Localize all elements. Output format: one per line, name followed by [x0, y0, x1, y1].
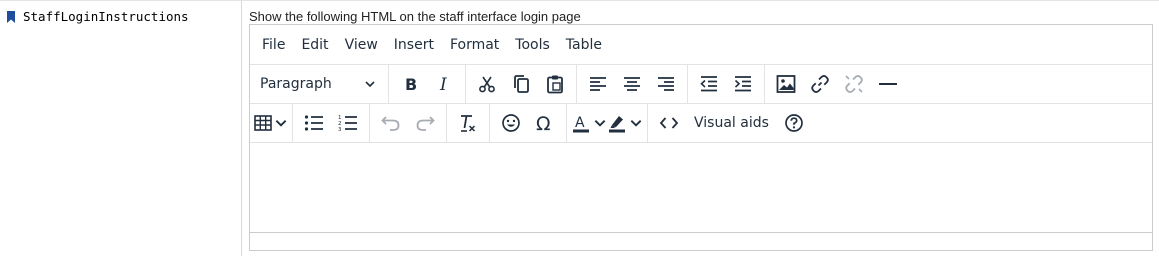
chevron-down-icon — [275, 120, 287, 127]
source-code-button[interactable] — [652, 107, 686, 139]
svg-text:Ω: Ω — [536, 113, 551, 133]
menu-format[interactable]: Format — [442, 37, 507, 53]
view-group: Visual aids — [648, 104, 815, 142]
editor-content-area[interactable] — [250, 143, 1152, 233]
align-center-icon — [624, 77, 640, 91]
highlighter-icon — [609, 116, 625, 133]
image-icon — [776, 75, 796, 93]
preference-description: Show the following HTML on the staff int… — [249, 9, 581, 24]
chevron-down-icon — [630, 120, 642, 127]
text-color-icon: A — [573, 115, 589, 133]
svg-text:3: 3 — [338, 127, 342, 132]
bullet-list-icon — [304, 115, 323, 131]
horizontal-line-icon — [879, 83, 897, 85]
table-icon — [254, 115, 272, 131]
table-menu-button[interactable] — [254, 107, 288, 139]
block-format-group: Paragraph — [250, 65, 389, 103]
indent-icon — [734, 76, 751, 92]
chevron-down-icon — [365, 81, 375, 88]
bookmark-icon — [7, 10, 15, 23]
clear-format-group — [447, 104, 490, 142]
preference-name-text: StaffLoginInstructions — [23, 9, 189, 24]
smiley-icon — [502, 114, 520, 132]
italic-button[interactable]: I — [427, 68, 461, 100]
numbered-list-icon: 1 2 3 — [338, 115, 357, 132]
align-left-button[interactable] — [581, 68, 615, 100]
preference-value-cell: Show the following HTML on the staff int… — [242, 0, 1159, 256]
list-group: 1 2 3 — [293, 104, 370, 142]
undo-icon — [381, 116, 400, 131]
text-color-button[interactable]: A — [571, 107, 607, 139]
editor-statusbar — [250, 233, 1152, 250]
special-character-button[interactable]: Ω — [528, 107, 562, 139]
align-right-icon — [658, 77, 674, 91]
align-left-icon — [590, 77, 606, 91]
alignment-group — [577, 65, 688, 103]
text-style-group: B I — [389, 65, 466, 103]
help-icon — [785, 114, 803, 132]
unlink-icon — [845, 75, 863, 93]
clipboard-group — [466, 65, 577, 103]
help-button[interactable] — [777, 107, 811, 139]
numbered-list-button[interactable]: 1 2 3 — [331, 107, 365, 139]
table-group — [250, 104, 293, 142]
block-format-value: Paragraph — [260, 76, 332, 92]
insert-group — [765, 65, 909, 103]
bold-button[interactable]: B — [393, 68, 427, 100]
insert-link-button[interactable] — [803, 68, 837, 100]
editor-toolbar-row-1: Paragraph B I — [250, 65, 1152, 104]
preference-name-cell: StaffLoginInstructions — [0, 0, 242, 256]
italic-icon: I — [439, 75, 447, 93]
svg-text:B: B — [405, 75, 417, 93]
outdent-button[interactable] — [692, 68, 726, 100]
block-format-select[interactable]: Paragraph — [254, 68, 384, 100]
code-icon — [659, 117, 679, 129]
preference-row: StaffLoginInstructions Show the followin… — [0, 0, 1159, 256]
rich-text-editor: File Edit View Insert Format Tools Table… — [249, 24, 1153, 251]
cut-button[interactable] — [470, 68, 504, 100]
highlight-color-button[interactable] — [607, 107, 643, 139]
menu-edit[interactable]: Edit — [293, 37, 336, 53]
indent-button[interactable] — [726, 68, 760, 100]
redo-button[interactable] — [408, 107, 442, 139]
emoji-button[interactable] — [494, 107, 528, 139]
clipboard-icon — [547, 75, 563, 94]
editor-menubar: File Edit View Insert Format Tools Table — [250, 25, 1152, 65]
editor-toolbar-row-2: 1 2 3 Ω A Visual aids — [250, 104, 1152, 143]
redo-icon — [416, 116, 435, 131]
scissors-icon — [479, 76, 495, 93]
menu-table[interactable]: Table — [558, 37, 610, 53]
color-group: A — [567, 104, 648, 142]
copy-button[interactable] — [504, 68, 538, 100]
link-icon — [811, 75, 829, 93]
menu-file[interactable]: File — [254, 37, 293, 53]
horizontal-rule-button[interactable] — [871, 68, 905, 100]
clear-formatting-button[interactable] — [451, 107, 485, 139]
insert-image-button[interactable] — [769, 68, 803, 100]
bold-icon: B — [405, 75, 417, 93]
align-center-button[interactable] — [615, 68, 649, 100]
svg-text:I: I — [439, 75, 447, 93]
insert-char-group: Ω — [490, 104, 567, 142]
menu-insert[interactable]: Insert — [386, 37, 442, 53]
omega-icon: Ω — [536, 113, 551, 133]
menu-tools[interactable]: Tools — [507, 37, 558, 53]
remove-link-button[interactable] — [837, 68, 871, 100]
outdent-icon — [700, 76, 717, 92]
align-right-button[interactable] — [649, 68, 683, 100]
copy-icon — [514, 75, 529, 93]
history-group — [370, 104, 447, 142]
visual-aids-button[interactable]: Visual aids — [686, 107, 777, 139]
menu-view[interactable]: View — [337, 37, 386, 53]
clear-formatting-icon — [461, 115, 476, 132]
bullet-list-button[interactable] — [297, 107, 331, 139]
paste-button[interactable] — [538, 68, 572, 100]
chevron-down-icon — [594, 120, 606, 127]
svg-text:A: A — [575, 115, 585, 131]
preference-name: StaffLoginInstructions — [6, 9, 189, 24]
indent-group — [688, 65, 765, 103]
undo-button[interactable] — [374, 107, 408, 139]
